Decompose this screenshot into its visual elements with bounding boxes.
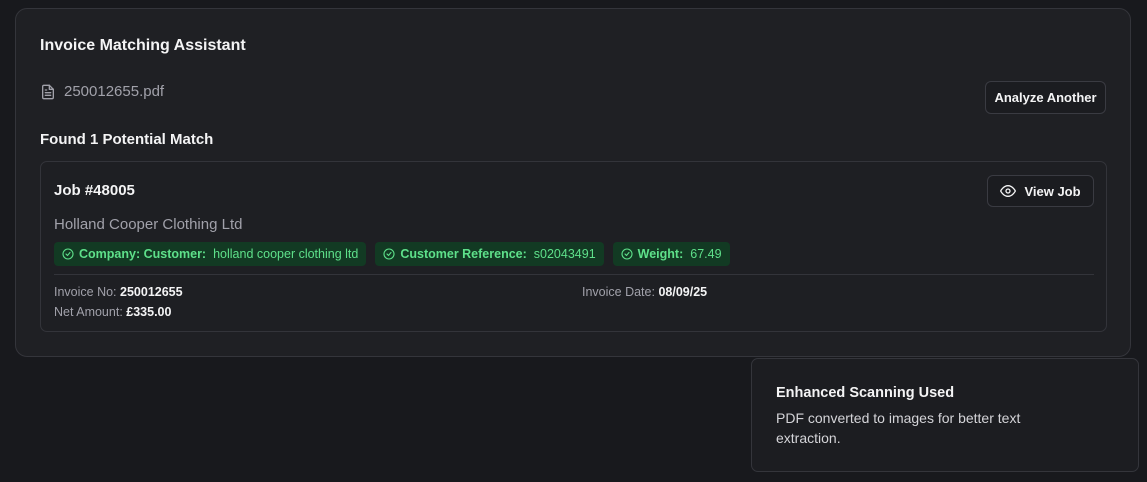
- invoice-number-value: 250012655: [120, 285, 183, 299]
- net-amount-value: £335.00: [126, 305, 172, 319]
- job-title: Job #48005: [54, 182, 135, 199]
- page-title: Invoice Matching Assistant: [40, 37, 246, 54]
- file-name: 250012655.pdf: [64, 83, 165, 100]
- badge-weight: Weight: 67.49: [612, 242, 730, 266]
- invoice-number-label: Invoice No:: [54, 285, 117, 299]
- net-amount-label: Net Amount:: [54, 305, 123, 319]
- badge-value: 67.49: [690, 247, 722, 261]
- invoice-number: Invoice No: 250012655: [54, 285, 183, 299]
- invoice-date-value: 08/09/25: [658, 285, 708, 299]
- toast-body: PDF converted to images for better text …: [776, 410, 1021, 446]
- badge-label: Customer Reference:: [400, 247, 527, 261]
- company-name: Holland Cooper Clothing Ltd: [54, 216, 243, 233]
- file-info: 250012655.pdf: [40, 83, 164, 100]
- view-job-label: View Job: [1024, 183, 1081, 199]
- badge-value: s02043491: [533, 247, 596, 261]
- badge-label: Company: Customer:: [79, 247, 207, 261]
- eye-icon: [1000, 185, 1017, 197]
- invoice-date: Invoice Date: 08/09/25: [582, 285, 707, 299]
- badge-label: Weight:: [637, 247, 684, 261]
- check-circle-icon: [383, 248, 395, 260]
- toast-notification[interactable]: Enhanced Scanning Used PDF converted to …: [751, 358, 1139, 472]
- badge-value: holland cooper clothing ltd: [213, 247, 359, 261]
- invoice-date-label: Invoice Date:: [582, 285, 655, 299]
- match-card: Job #48005 View Job Holland Cooper Cloth…: [40, 161, 1107, 332]
- match-badges: Company: Customer: holland cooper clothi…: [54, 242, 730, 266]
- toast-title: Enhanced Scanning Used: [776, 385, 955, 401]
- file-text-icon: [42, 84, 54, 99]
- view-job-button[interactable]: View Job: [987, 175, 1094, 207]
- results-summary: Found 1 Potential Match: [40, 131, 214, 148]
- analyze-another-button[interactable]: Analyze Another: [985, 81, 1106, 114]
- divider: [54, 274, 1094, 275]
- badge-company: Company: Customer: holland cooper clothi…: [54, 242, 367, 266]
- net-amount: Net Amount: £335.00: [54, 305, 171, 319]
- badge-customer-reference: Customer Reference: s02043491: [375, 242, 604, 266]
- check-circle-icon: [621, 248, 633, 260]
- invoice-matching-card: Invoice Matching Assistant 250012655.pdf…: [15, 8, 1131, 357]
- check-circle-icon: [62, 248, 74, 260]
